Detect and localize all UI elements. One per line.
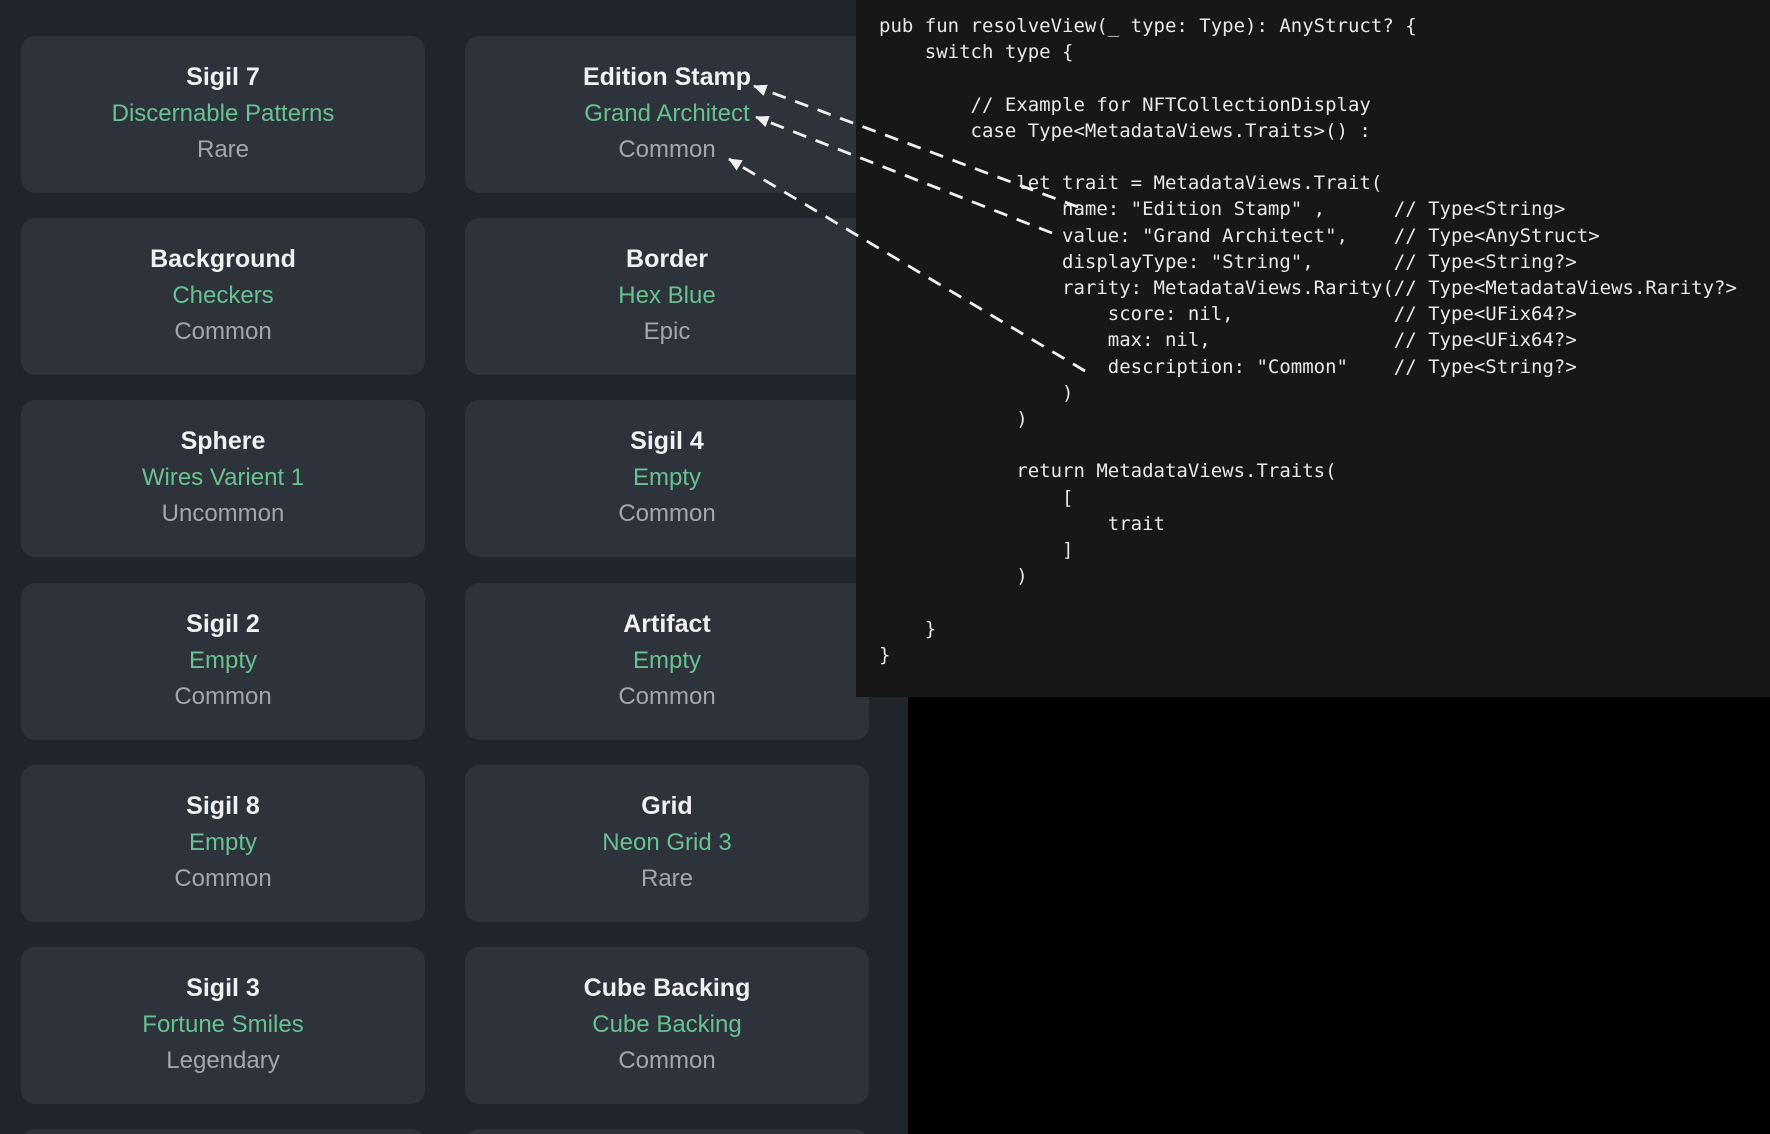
- traits-panel: Sigil 7 Discernable Patterns Rare Editio…: [0, 0, 908, 1134]
- trait-name: Sigil 4: [465, 427, 869, 456]
- trait-card-sigil-2: Sigil 2 Empty Common: [21, 583, 425, 740]
- trait-value: Neon Grid 3: [465, 828, 869, 857]
- trait-value: Empty: [465, 646, 869, 675]
- trait-card-sigil-3: Sigil 3 Fortune Smiles Legendary: [21, 947, 425, 1104]
- trait-name: Sigil 3: [21, 974, 425, 1003]
- trait-card-background: Background Checkers Common: [21, 218, 425, 375]
- trait-name: Edition Stamp: [465, 63, 869, 92]
- trait-rarity: Common: [465, 1046, 869, 1075]
- trait-card-sigil-7: Sigil 7 Discernable Patterns Rare: [21, 36, 425, 193]
- trait-value: Cube Backing: [465, 1010, 869, 1039]
- trait-name: Sigil 7: [21, 63, 425, 92]
- trait-name: Artifact: [465, 610, 869, 639]
- trait-rarity: Common: [465, 135, 869, 164]
- trait-rarity: Common: [465, 499, 869, 528]
- trait-card-edition-stamp: Edition Stamp Grand Architect Common: [465, 36, 869, 193]
- trait-value: Grand Architect: [465, 99, 869, 128]
- trait-name: Border: [465, 245, 869, 274]
- trait-value: Discernable Patterns: [21, 99, 425, 128]
- trait-name: Grid: [465, 792, 869, 821]
- trait-name: Background: [21, 245, 425, 274]
- trait-name: Cube Backing: [465, 974, 869, 1003]
- page: Sigil 7 Discernable Patterns Rare Editio…: [0, 0, 1770, 1134]
- trait-rarity: Rare: [21, 135, 425, 164]
- trait-name: Sigil 8: [21, 792, 425, 821]
- trait-card-border: Border Hex Blue Epic: [465, 218, 869, 375]
- trait-card-clipped: [465, 1129, 869, 1134]
- trait-rarity: Common: [465, 682, 869, 711]
- trait-card-grid: Grid Neon Grid 3 Rare: [465, 765, 869, 922]
- code-panel: pub fun resolveView(_ type: Type): AnySt…: [856, 0, 1770, 697]
- trait-rarity: Common: [21, 317, 425, 346]
- trait-card-sphere: Sphere Wires Varient 1 Uncommon: [21, 400, 425, 557]
- trait-card-clipped: [21, 1129, 425, 1134]
- trait-value: Empty: [465, 463, 869, 492]
- trait-rarity: Rare: [465, 864, 869, 893]
- trait-value: Empty: [21, 828, 425, 857]
- trait-rarity: Legendary: [21, 1046, 425, 1075]
- trait-name: Sigil 2: [21, 610, 425, 639]
- trait-name: Sphere: [21, 427, 425, 456]
- trait-value: Fortune Smiles: [21, 1010, 425, 1039]
- trait-value: Hex Blue: [465, 281, 869, 310]
- trait-rarity: Common: [21, 864, 425, 893]
- trait-card-sigil-4: Sigil 4 Empty Common: [465, 400, 869, 557]
- trait-value: Wires Varient 1: [21, 463, 425, 492]
- trait-rarity: Epic: [465, 317, 869, 346]
- trait-card-sigil-8: Sigil 8 Empty Common: [21, 765, 425, 922]
- cadence-code-snippet: pub fun resolveView(_ type: Type): AnySt…: [856, 0, 1770, 668]
- trait-rarity: Uncommon: [21, 499, 425, 528]
- trait-value: Empty: [21, 646, 425, 675]
- trait-value: Checkers: [21, 281, 425, 310]
- trait-rarity: Common: [21, 682, 425, 711]
- trait-card-cube-backing: Cube Backing Cube Backing Common: [465, 947, 869, 1104]
- trait-card-artifact: Artifact Empty Common: [465, 583, 869, 740]
